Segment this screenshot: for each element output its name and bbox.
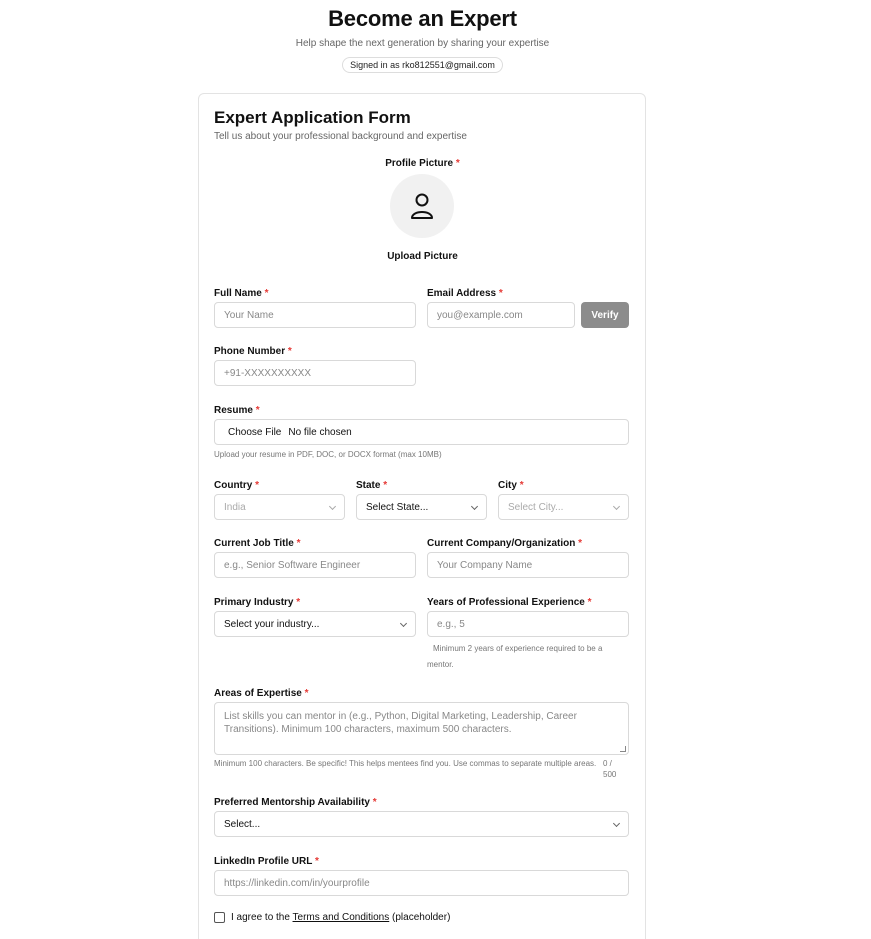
required-mark: *	[372, 797, 377, 808]
terms-suffix: (placeholder)	[389, 912, 451, 923]
required-mark: *	[383, 480, 388, 491]
company-label-text: Current Company/Organization	[427, 538, 576, 549]
state-label-text: State	[356, 480, 381, 491]
phone-label-text: Phone Number	[214, 346, 286, 357]
full-name-input[interactable]: Your Name	[214, 302, 416, 328]
expertise-label-text: Areas of Expertise	[214, 688, 302, 699]
company-label: Current Company/Organization *	[427, 538, 582, 549]
page-title: Become an Expert	[328, 6, 517, 31]
chevron-down-icon	[399, 619, 408, 628]
required-mark: *	[519, 480, 524, 491]
experience-label-text: Years of Professional Experience	[427, 597, 585, 608]
required-mark: *	[264, 288, 269, 299]
job-title-label-text: Current Job Title	[214, 538, 294, 549]
job-title-input[interactable]: e.g., Senior Software Engineer	[214, 552, 416, 578]
resume-label: Resume *	[214, 405, 260, 416]
terms-text: I agree to the Terms and Conditions (pla…	[231, 912, 450, 923]
required-mark: *	[498, 288, 503, 299]
char-counter: 0 / 500	[603, 758, 629, 780]
resize-handle[interactable]	[620, 746, 626, 752]
availability-label-text: Preferred Mentorship Availability	[214, 797, 370, 808]
industry-value: Select your industry...	[224, 618, 320, 630]
required-mark: *	[296, 597, 301, 608]
industry-label: Primary Industry *	[214, 597, 300, 608]
required-mark: *	[255, 480, 260, 491]
country-select[interactable]: India	[214, 494, 345, 520]
form-title: Expert Application Form	[214, 108, 411, 127]
chevron-down-icon	[612, 819, 621, 828]
profile-picture-label: Profile Picture *	[0, 158, 845, 169]
linkedin-input[interactable]: https://linkedin.com/in/yourprofile	[214, 870, 629, 896]
state-label: State *	[356, 480, 387, 491]
page-subtitle: Help shape the next generation by sharin…	[295, 38, 550, 49]
signed-in-container: Signed in as rko812551@gmail.com	[0, 55, 845, 73]
terms-prefix: I agree to the	[231, 912, 293, 923]
signed-in-badge: Signed in as rko812551@gmail.com	[342, 57, 503, 73]
country-label-text: Country	[214, 480, 253, 491]
industry-select[interactable]: Select your industry...	[214, 611, 416, 637]
country-label: Country *	[214, 480, 259, 491]
email-label: Email Address *	[427, 288, 503, 299]
expertise-placeholder: List skills you can mentor in (e.g., Pyt…	[224, 711, 577, 735]
city-label-text: City	[498, 480, 517, 491]
form-subtitle: Tell us about your professional backgrou…	[214, 131, 467, 142]
required-mark: *	[287, 346, 292, 357]
experience-label: Years of Professional Experience *	[427, 597, 592, 608]
full-name-label: Full Name *	[214, 288, 268, 299]
terms-link[interactable]: Terms and Conditions	[293, 912, 390, 923]
country-value: India	[224, 501, 246, 513]
experience-hint: Minimum 2 years of experience required t…	[427, 644, 603, 669]
state-value: Select State...	[366, 501, 429, 513]
chevron-down-icon	[328, 502, 337, 511]
phone-input[interactable]: +91-XXXXXXXXXX	[214, 360, 416, 386]
required-mark: *	[587, 597, 592, 608]
phone-label: Phone Number *	[214, 346, 292, 357]
availability-label: Preferred Mentorship Availability *	[214, 797, 377, 808]
chevron-down-icon	[612, 502, 621, 511]
verify-button[interactable]: Verify	[581, 302, 629, 328]
resume-file-input[interactable]: Choose File No file chosen	[214, 419, 629, 445]
avatar-upload[interactable]	[390, 174, 454, 238]
chevron-down-icon	[470, 502, 479, 511]
choose-file-button[interactable]: Choose File	[228, 427, 281, 438]
required-mark: *	[578, 538, 583, 549]
expertise-hint: Minimum 100 characters. Be specific! Thi…	[214, 759, 597, 768]
profile-picture-label-text: Profile Picture	[385, 158, 454, 169]
job-title-label: Current Job Title *	[214, 538, 301, 549]
city-value: Select City...	[508, 501, 564, 513]
expertise-label: Areas of Expertise *	[214, 688, 309, 699]
company-input[interactable]: Your Company Name	[427, 552, 629, 578]
availability-value: Select...	[224, 818, 261, 830]
char-count-max: 500	[603, 770, 617, 779]
required-mark: *	[455, 158, 460, 169]
upload-picture-button[interactable]: Upload Picture	[0, 251, 845, 262]
linkedin-label-text: LinkedIn Profile URL	[214, 856, 313, 867]
user-icon	[411, 193, 433, 219]
email-label-text: Email Address	[427, 288, 497, 299]
experience-input[interactable]: e.g., 5	[427, 611, 629, 637]
required-mark: *	[314, 856, 319, 867]
full-name-label-text: Full Name	[214, 288, 262, 299]
availability-select[interactable]: Select...	[214, 811, 629, 837]
city-select[interactable]: Select City...	[498, 494, 629, 520]
terms-checkbox[interactable]	[214, 912, 225, 923]
resume-label-text: Resume	[214, 405, 253, 416]
state-select[interactable]: Select State...	[356, 494, 487, 520]
file-status: No file chosen	[288, 426, 352, 438]
required-mark: *	[296, 538, 301, 549]
char-count-current: 0 /	[603, 759, 612, 768]
linkedin-label: LinkedIn Profile URL *	[214, 856, 319, 867]
industry-label-text: Primary Industry	[214, 597, 294, 608]
required-mark: *	[304, 688, 309, 699]
email-input[interactable]: you@example.com	[427, 302, 575, 328]
city-label: City *	[498, 480, 524, 491]
expertise-textarea[interactable]: List skills you can mentor in (e.g., Pyt…	[214, 702, 629, 755]
resume-hint: Upload your resume in PDF, DOC, or DOCX …	[214, 450, 442, 459]
required-mark: *	[255, 405, 260, 416]
